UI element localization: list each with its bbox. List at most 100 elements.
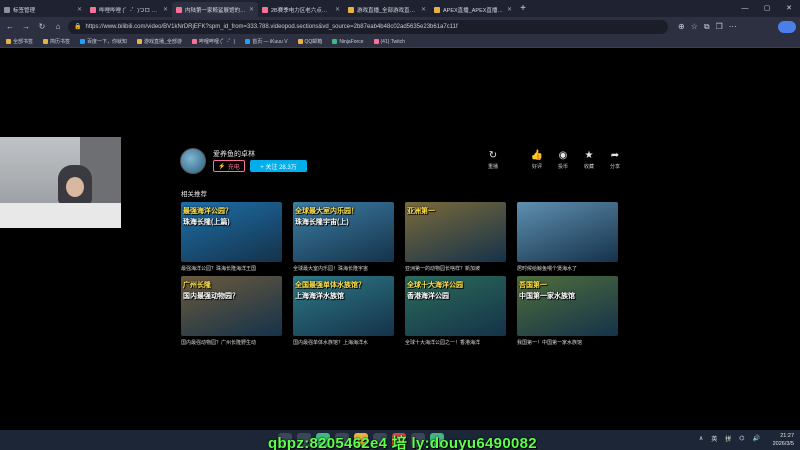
tab-4[interactable]: 游戏直播_全部游戏直播_斗鱼直✕ (344, 2, 430, 17)
video-card[interactable]: 全国最强单体水族馆？ 上海海洋水族馆国内最强单体水族馆？上海海洋水 (293, 276, 394, 346)
bookmark-item[interactable]: NinjaForce (332, 38, 364, 45)
bookmark-icon (297, 39, 303, 44)
thumbnail-subcaption: 上海海洋水族馆 (295, 293, 344, 300)
thumbnail-subcaption: 国内最强动物园？ (183, 293, 239, 300)
clock[interactable]: 21:27 2026/3/5 (773, 432, 794, 448)
input-method-mode[interactable]: 拼 (725, 434, 731, 443)
video-thumbnail[interactable]: 全球十大海洋公园 香港海洋公园 (405, 276, 506, 336)
video-title[interactable]: 全球最大室内乐园！珠海长隆宇宙 (293, 265, 394, 272)
tab-close-icon[interactable]: ✕ (507, 6, 512, 13)
address-bar[interactable]: 🔒 https://www.bilibili.com/video/BV1kNrD… (68, 19, 668, 34)
navigation-bar: ← → ↻ ⌂ 🔒 https://www.bilibili.com/video… (0, 17, 800, 36)
zoom-icon[interactable]: ⊕ (678, 22, 685, 31)
video-thumbnail[interactable]: 吾国第一 中国第一家水族馆 (517, 276, 618, 336)
tab-label: APEX直播_APEX直播解说视频 (443, 7, 504, 14)
video-card[interactable]: 全球最大室内乐园！ 珠海长隆宇宙(上) 全球最大室内乐园！珠海长隆宇宙 (293, 202, 394, 272)
clock-time: 21:27 (780, 433, 794, 439)
bookmark-label: 游戏直播_全部游 (144, 39, 182, 45)
video-card[interactable]: 全球十大海洋公园 香港海洋公园全球十大海洋公园之一！香港海洋 (405, 276, 506, 346)
tab-close-icon[interactable]: ✕ (335, 6, 340, 13)
input-method-lang[interactable]: 英 (711, 434, 717, 443)
video-title[interactable]: 全球十大海洋公园之一！香港海洋 (405, 339, 506, 346)
action-label: 收藏 (583, 164, 594, 170)
follow-button[interactable]: + 关注 28.3万 (250, 160, 307, 172)
video-thumbnail[interactable]: 广州长隆 国内最强动物园？ (181, 276, 282, 336)
video-card[interactable]: 居时候给鲸鱼喂个煲海水了 (517, 202, 618, 272)
tab-favicon-icon (348, 6, 354, 13)
tray-chevron-icon[interactable]: ∧ (699, 435, 703, 442)
close-icon[interactable]: ✕ (778, 0, 800, 17)
video-title[interactable]: 最强海洋公园？珠海长隆海洋王国 (181, 265, 282, 272)
home-icon[interactable]: ⌂ (52, 22, 64, 31)
collections-icon[interactable]: ❐ (716, 22, 723, 31)
thumbnail-subcaption: 中国第一家水族馆 (519, 293, 575, 300)
thumbnail-caption: 全国最强单体水族馆？ (295, 282, 365, 289)
star-action[interactable]: ★ 收藏 (576, 150, 602, 170)
video-card[interactable]: 亚洲第一亚洲第一的动物园长啥样？新加坡 (405, 202, 506, 272)
system-tray: ∧ 英 拼 ⌬ 🔊 (699, 434, 760, 443)
coin-action[interactable]: ◉ 投币 (550, 150, 576, 170)
bookmark-item[interactable]: 游戏直播_全部游 (137, 38, 182, 45)
share-action[interactable]: ➦ 分享 (602, 150, 628, 170)
tab-5[interactable]: APEX直播_APEX直播解说视频✕ (430, 2, 516, 17)
bookmark-item[interactable]: 百度一下，你就知 (80, 38, 127, 45)
video-card[interactable]: 最强海洋公园？ 珠海长隆(上篇) 最强海洋公园？珠海长隆海洋王国 (181, 202, 282, 272)
new-tab-button[interactable]: + (516, 3, 530, 14)
url-text: https://www.bilibili.com/video/BV1kNrDRj… (85, 23, 458, 30)
thumbnail-subcaption: 珠海长隆(上篇) (183, 219, 230, 226)
reload-icon[interactable]: ↻ (36, 22, 48, 31)
extensions-icon[interactable]: ⧉ (704, 22, 710, 32)
tab-close-icon[interactable]: ✕ (77, 6, 82, 13)
volume-icon[interactable]: 🔊 (753, 435, 760, 442)
minimize-icon[interactable]: — (734, 0, 756, 17)
forward-icon[interactable]: → (20, 22, 32, 31)
menu-icon[interactable]: ⋯ (729, 22, 737, 31)
thumbnail-subcaption: 香港海洋公园 (407, 293, 449, 300)
tab-label: 2B赛季电力区老六点位整合_特 (271, 7, 332, 14)
like-action[interactable]: 👍 好评 (524, 150, 550, 170)
copilot-icon[interactable] (778, 20, 796, 33)
tab-1[interactable]: 哔哩哔哩 (゜-゜)つロ 干杯~-bili✕ (86, 2, 172, 17)
charge-button[interactable]: ⚡ 充电 (213, 160, 245, 172)
bookmark-label: NinjaForce (339, 38, 364, 45)
tab-3[interactable]: 2B赛季电力区老六点位整合_特✕ (258, 2, 344, 17)
back-icon[interactable]: ← (4, 22, 16, 31)
network-icon[interactable]: ⌬ (739, 435, 744, 442)
screen: 标签管理✕哔哩哔哩 (゜-゜)つロ 干杯~-bili✕内陆第一家鲸鲨展馆的海洋公… (0, 0, 800, 450)
favorite-icon[interactable]: ☆ (691, 22, 698, 31)
video-title[interactable]: 我国第一！中国第一家水族馆 (517, 339, 618, 346)
related-title: 相关推荐 (181, 191, 207, 198)
refresh-action[interactable]: ↻ 重播 (480, 150, 506, 170)
tab-strip: 标签管理✕哔哩哔哩 (゜-゜)つロ 干杯~-bili✕内陆第一家鲸鲨展馆的海洋公… (0, 0, 800, 17)
video-title[interactable]: 国内最强单体水族馆？上海海洋水 (293, 339, 394, 346)
video-thumbnail[interactable]: 亚洲第一 (405, 202, 506, 262)
bookmark-item[interactable]: 简历书签 (43, 38, 70, 45)
bookmark-item[interactable]: 哔哩哔哩 (゜-゜) (191, 38, 235, 45)
tab-close-icon[interactable]: ✕ (421, 6, 426, 13)
video-thumbnail[interactable]: 全球最大室内乐园！ 珠海长隆宇宙(上) (293, 202, 394, 262)
tab-0[interactable]: 标签管理 ✕ (0, 2, 86, 17)
tab-close-icon[interactable]: ✕ (249, 6, 254, 13)
video-title[interactable]: 国内最强动物园？广州长隆野生动 (181, 339, 282, 346)
bookmark-item[interactable]: (41) Twitch (373, 39, 405, 45)
uploader-avatar[interactable] (180, 148, 206, 174)
bookmark-item[interactable]: 全部书签 (6, 38, 33, 45)
video-thumbnail[interactable] (517, 202, 618, 262)
tab-2[interactable]: 内陆第一家鲸鲨展馆的海洋公园✕ (172, 2, 258, 17)
video-thumbnail[interactable]: 最强海洋公园？ 珠海长隆(上篇) (181, 202, 282, 262)
video-thumbnail[interactable]: 全国最强单体水族馆？ 上海海洋水族馆 (293, 276, 394, 336)
uploader-name[interactable]: 爱养鱼的卓林 (213, 149, 255, 159)
video-card[interactable]: 广州长隆 国内最强动物园？ 国内最强动物园？广州长隆野生动 (181, 276, 282, 346)
maximize-icon[interactable]: ▢ (756, 0, 778, 17)
bookmark-item[interactable]: QQ邮箱 (297, 38, 322, 45)
lock-icon[interactable]: 🔒 (74, 23, 81, 30)
video-title[interactable]: 亚洲第一的动物园长啥样？新加坡 (405, 265, 506, 272)
thumbnail-caption: 全球十大海洋公园 (407, 282, 463, 289)
bookmark-item[interactable]: 首页 — iKuuu V (245, 38, 288, 45)
stream-overlay-text: qbpz:8205462e4 培 ly:douyu6490082 (268, 435, 537, 450)
bookmark-icon (191, 39, 197, 44)
video-title[interactable]: 居时候给鲸鱼喂个煲海水了 (517, 265, 618, 272)
tab-close-icon[interactable]: ✕ (163, 6, 168, 13)
bookmark-label: 百度一下，你就知 (87, 39, 128, 45)
video-card[interactable]: 吾国第一 中国第一家水族馆我国第一！中国第一家水族馆 (517, 276, 618, 346)
